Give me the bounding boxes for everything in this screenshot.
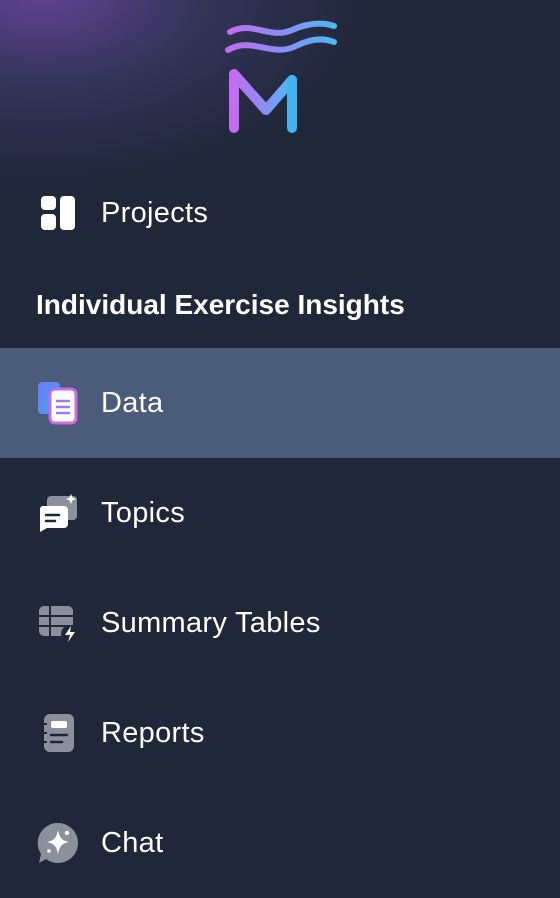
document-stack-icon	[36, 381, 80, 425]
nav-item-topics[interactable]: Topics	[0, 458, 560, 568]
nav-item-projects[interactable]: Projects	[0, 158, 560, 268]
notebook-icon	[36, 711, 80, 755]
table-bolt-icon	[36, 601, 80, 645]
nav-item-reports[interactable]: Reports	[0, 678, 560, 788]
section-heading: Individual Exercise Insights	[36, 289, 405, 320]
nav-item-summary-tables[interactable]: Summary Tables	[0, 568, 560, 678]
nav-label-projects: Projects	[101, 196, 209, 229]
sparkle-bubble-icon	[36, 821, 80, 865]
nav-label-reports: Reports	[101, 716, 205, 749]
m-wave-logo-icon[interactable]	[222, 18, 338, 138]
nav-label-summary-tables: Summary Tables	[101, 606, 321, 639]
nav-label-chat: Chat	[101, 826, 164, 859]
sidebar: Projects Individual Exercise Insights Da…	[0, 0, 560, 898]
nav-label-data: Data	[101, 386, 164, 419]
grid-icon	[36, 191, 80, 235]
nav-label-topics: Topics	[101, 496, 185, 529]
nav-item-data[interactable]: Data	[0, 348, 560, 458]
nav-item-chat[interactable]: Chat	[0, 788, 560, 898]
chat-sparkle-icon	[36, 491, 80, 535]
